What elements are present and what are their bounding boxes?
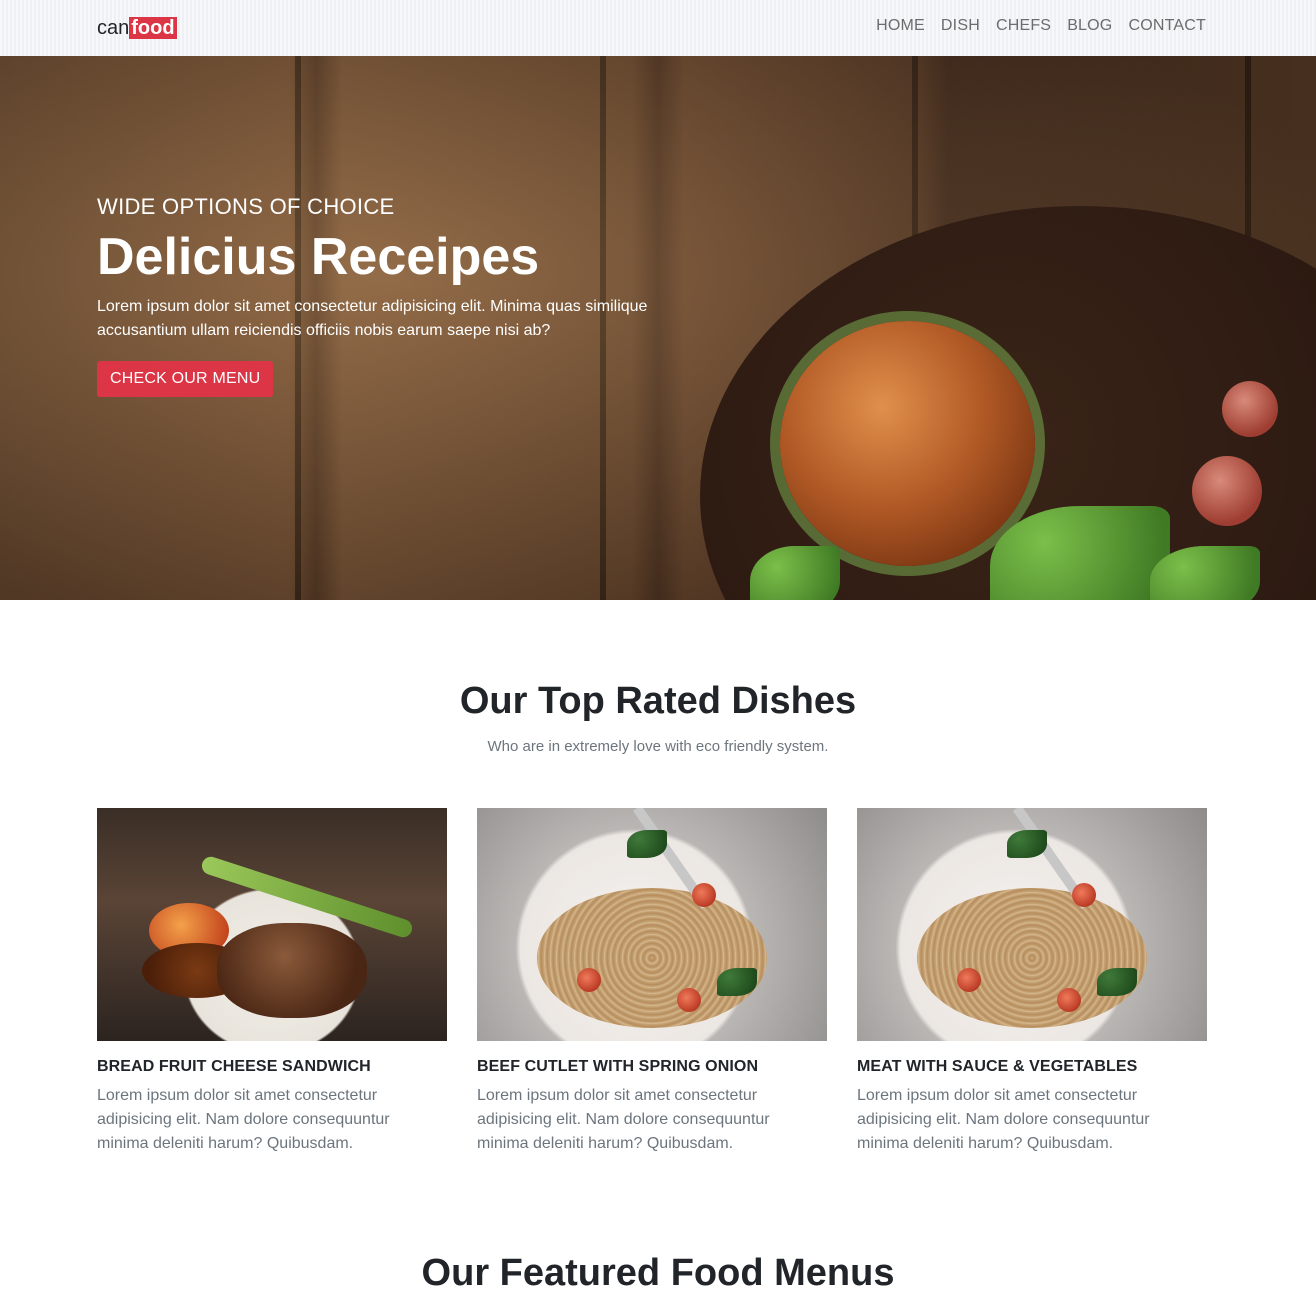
dish-card[interactable]: BREAD FRUIT CHEESE SANDWICH Lorem ipsum … bbox=[97, 808, 447, 1156]
meat-shape bbox=[217, 923, 367, 1018]
dish-image bbox=[477, 808, 827, 1041]
hero-title: Delicius Receipes bbox=[97, 228, 540, 286]
hero-description: Lorem ipsum dolor sit amet consectetur a… bbox=[97, 298, 648, 339]
dish-image bbox=[97, 808, 447, 1041]
dish-card[interactable]: MEAT WITH SAUCE & VEGETABLES Lorem ipsum… bbox=[857, 808, 1207, 1156]
pasta-shape bbox=[537, 888, 767, 1028]
dish-description: Lorem ipsum dolor sit amet consectetur a… bbox=[477, 1087, 770, 1152]
tomato-shape bbox=[692, 883, 716, 907]
dish-description: Lorem ipsum dolor sit amet consectetur a… bbox=[857, 1087, 1150, 1152]
onion-image bbox=[1192, 456, 1262, 526]
nav-link-dish[interactable]: DISH bbox=[941, 17, 980, 35]
nav-link-blog[interactable]: BLOG bbox=[1067, 17, 1112, 35]
pasta-shape bbox=[917, 888, 1147, 1028]
tomato-shape bbox=[577, 968, 601, 992]
navbar: can food HOME DISH CHEFS BLOG CONTACT bbox=[0, 0, 1316, 56]
dish-description: Lorem ipsum dolor sit amet consectetur a… bbox=[97, 1087, 390, 1152]
basil-shape bbox=[717, 968, 757, 996]
dish-image bbox=[857, 808, 1207, 1041]
basil-shape bbox=[627, 830, 667, 858]
hero-content: WIDE OPTIONS OF CHOICE Delicius Receipes… bbox=[97, 193, 697, 397]
tomato-shape bbox=[1057, 988, 1081, 1012]
basil-shape bbox=[1007, 830, 1047, 858]
tomato-shape bbox=[957, 968, 981, 992]
check-menu-button[interactable]: CHECK OUR MENU bbox=[97, 361, 274, 397]
hero-subtitle: WIDE OPTIONS OF CHOICE bbox=[97, 194, 395, 219]
featured-title: Our Featured Food Menus bbox=[421, 1252, 895, 1294]
top-rated-title: Our Top Rated Dishes bbox=[459, 680, 857, 722]
dish-title: BEEF CUTLET WITH SPRING ONION bbox=[477, 1058, 759, 1075]
nav-link-contact[interactable]: CONTACT bbox=[1128, 17, 1206, 35]
dish-title: MEAT WITH SAUCE & VEGETABLES bbox=[857, 1058, 1138, 1075]
dish-card[interactable]: BEEF CUTLET WITH SPRING ONION Lorem ipsu… bbox=[477, 808, 827, 1156]
tomato-shape bbox=[1072, 883, 1096, 907]
dish-title: BREAD FRUIT CHEESE SANDWICH bbox=[97, 1058, 371, 1075]
nav-link-home[interactable]: HOME bbox=[876, 17, 925, 35]
top-rated-subtitle: Who are in extremely love with eco frien… bbox=[487, 738, 829, 755]
nav-links: HOME DISH CHEFS BLOG CONTACT bbox=[876, 17, 1206, 35]
brand-highlight: food bbox=[129, 17, 177, 39]
onion-image bbox=[1222, 381, 1278, 437]
hero-banner: WIDE OPTIONS OF CHOICE Delicius Receipes… bbox=[0, 56, 1316, 600]
tomato-shape bbox=[677, 988, 701, 1012]
basil-shape bbox=[1097, 968, 1137, 996]
brand-prefix: can bbox=[97, 17, 130, 39]
nav-link-chefs[interactable]: CHEFS bbox=[996, 17, 1051, 35]
brand-logo[interactable]: can food bbox=[97, 15, 177, 41]
burger-image bbox=[780, 321, 1035, 566]
